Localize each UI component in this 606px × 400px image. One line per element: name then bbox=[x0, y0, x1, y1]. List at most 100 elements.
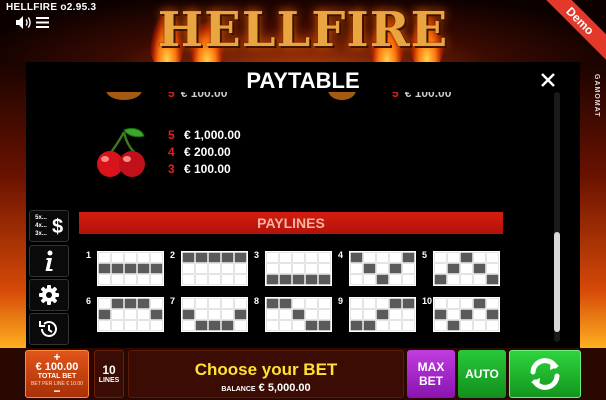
payline-cell bbox=[234, 263, 247, 274]
payline-cell bbox=[350, 320, 363, 331]
payline-item: 7 bbox=[170, 296, 252, 334]
total-bet-value: € 100.00 bbox=[35, 361, 79, 373]
payline-cell bbox=[98, 298, 111, 309]
payline-cell bbox=[473, 263, 486, 274]
payline-cell bbox=[137, 298, 150, 309]
history-button[interactable] bbox=[29, 313, 69, 345]
payline-cell bbox=[402, 298, 415, 309]
autoplay-button[interactable]: AUTO bbox=[458, 350, 506, 398]
scrollbar-thumb[interactable] bbox=[554, 232, 560, 332]
lines-count: 10 bbox=[102, 363, 116, 377]
bet-decrease-button[interactable]: − bbox=[26, 385, 88, 397]
payline-cell bbox=[460, 320, 473, 331]
payline-cell bbox=[473, 320, 486, 331]
payline-cell bbox=[305, 263, 318, 274]
payline-cell bbox=[292, 309, 305, 320]
payline-item: 1 bbox=[86, 250, 168, 288]
message-panel: Choose your BET BALANCE € 5,000.00 bbox=[128, 350, 404, 398]
speaker-icon[interactable] bbox=[16, 16, 32, 29]
bottom-bar: + € 100.00 TOTAL BET BET PER LINE € 10.0… bbox=[0, 348, 606, 400]
pay-amount: € 1,000.00 bbox=[184, 128, 241, 142]
payline-cell bbox=[363, 252, 376, 263]
menu-icon[interactable] bbox=[36, 17, 49, 28]
spin-button[interactable] bbox=[509, 350, 581, 398]
payline-cell bbox=[486, 274, 499, 285]
payline-cell bbox=[350, 263, 363, 274]
payline-cell bbox=[389, 252, 402, 263]
payout-row: 3 € 100.00 bbox=[168, 162, 241, 179]
coin-symbol-icon bbox=[328, 92, 356, 100]
payline-cell bbox=[486, 263, 499, 274]
payline-cell bbox=[363, 298, 376, 309]
max-bet-label: MAX bbox=[417, 360, 445, 374]
message-text: Choose your BET bbox=[194, 360, 338, 379]
payline-cell bbox=[350, 274, 363, 285]
payline-cell bbox=[279, 298, 292, 309]
payline-cell bbox=[434, 309, 447, 320]
payline-cell bbox=[221, 274, 234, 285]
payline-cell bbox=[111, 274, 124, 285]
settings-button[interactable] bbox=[29, 279, 69, 311]
payline-cell bbox=[447, 252, 460, 263]
payline-cell bbox=[182, 309, 195, 320]
payline-item: 5 bbox=[422, 250, 504, 288]
payline-cell bbox=[389, 274, 402, 285]
svg-text:$: $ bbox=[52, 216, 63, 237]
payout-row: 4 € 200.00 bbox=[168, 145, 241, 162]
max-bet-label: BET bbox=[419, 374, 443, 388]
payline-cell bbox=[208, 309, 221, 320]
payline-cell bbox=[234, 252, 247, 263]
max-bet-button[interactable]: MAX BET bbox=[407, 350, 455, 398]
payline-cell bbox=[305, 298, 318, 309]
balance-value: € 5,000.00 bbox=[258, 382, 311, 394]
paytable-button[interactable]: 5x... 4x... 3x... $ bbox=[29, 210, 69, 242]
balance-label: BALANCE bbox=[221, 386, 256, 393]
payline-cell bbox=[150, 309, 163, 320]
payline-cell bbox=[292, 252, 305, 263]
payline-cell bbox=[279, 274, 292, 285]
payline-cell bbox=[150, 274, 163, 285]
payline-cell bbox=[363, 309, 376, 320]
close-button[interactable] bbox=[536, 68, 560, 92]
payline-diagram bbox=[97, 251, 164, 286]
payline-cell bbox=[292, 320, 305, 331]
pay-amount: € 100.00 bbox=[180, 92, 228, 100]
payline-number: 7 bbox=[170, 296, 176, 306]
payline-cell bbox=[350, 298, 363, 309]
payline-number: 1 bbox=[86, 250, 92, 260]
payline-cell bbox=[266, 274, 279, 285]
info-button[interactable] bbox=[29, 245, 69, 277]
payline-diagram bbox=[181, 297, 248, 332]
payline-cell bbox=[363, 263, 376, 274]
payline-cell bbox=[292, 274, 305, 285]
payline-cell bbox=[98, 309, 111, 320]
payline-cell bbox=[124, 320, 137, 331]
payline-cell bbox=[292, 298, 305, 309]
payline-cell bbox=[363, 274, 376, 285]
payline-cell bbox=[305, 320, 318, 331]
payline-cell bbox=[402, 274, 415, 285]
payline-cell bbox=[350, 252, 363, 263]
info-icon bbox=[45, 250, 53, 271]
payline-cell bbox=[124, 298, 137, 309]
history-icon bbox=[39, 321, 57, 337]
payline-cell bbox=[318, 320, 331, 331]
payline-cell bbox=[266, 320, 279, 331]
payline-cell bbox=[434, 263, 447, 274]
paytable-title: PAYTABLE bbox=[246, 68, 360, 93]
payline-cell bbox=[208, 298, 221, 309]
payline-cell bbox=[111, 252, 124, 263]
dollar-icon: $ bbox=[52, 216, 63, 237]
payline-cell bbox=[460, 274, 473, 285]
pay-amount: € 100.00 bbox=[184, 162, 231, 176]
payline-cell bbox=[447, 298, 460, 309]
payline-cell bbox=[447, 274, 460, 285]
payline-cell bbox=[376, 274, 389, 285]
paytable-panel: PAYTABLE 5 € 100.00 5 € 100.00 5 € 1,000.00… bbox=[26, 62, 580, 348]
scrollbar[interactable] bbox=[554, 92, 560, 342]
partial-paytable-row: 5 € 100.00 bbox=[328, 92, 478, 102]
payline-item: 8 bbox=[254, 296, 336, 334]
payline-cell bbox=[111, 309, 124, 320]
payline-diagram bbox=[265, 251, 332, 286]
payline-cell bbox=[460, 298, 473, 309]
